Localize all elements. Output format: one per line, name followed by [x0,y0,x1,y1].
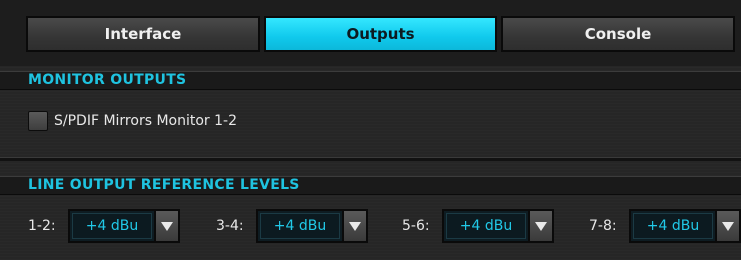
chevron-down-icon [349,221,361,231]
line-output-title: LINE OUTPUT REFERENCE LEVELS [28,177,300,193]
level-dropdown-button-3-4[interactable] [344,209,368,243]
level-label-7-8: 7-8: [589,218,617,234]
level-label-5-6: 5-6: [402,218,430,234]
level-select-7-8[interactable]: +4 dBu [629,209,717,243]
level-value-7-8: +4 dBu [633,213,713,239]
spdif-mirror-label: S/PDIF Mirrors Monitor 1-2 [54,113,237,129]
level-value-1-2: +4 dBu [72,213,152,239]
level-dropdown-button-1-2[interactable] [156,209,180,243]
level-group-5-6: 5-6: +4 dBu [402,207,554,245]
monitor-outputs-header: MONITOR OUTPUTS [0,71,741,90]
chevron-down-icon [161,221,173,231]
tab-console-label: Console [584,25,652,43]
level-select-3-4[interactable]: +4 dBu [256,209,344,243]
line-output-header: LINE OUTPUT REFERENCE LEVELS [0,176,741,195]
level-select-5-6[interactable]: +4 dBu [442,209,530,243]
spdif-mirror-row: S/PDIF Mirrors Monitor 1-2 [28,111,237,131]
monitor-outputs-title: MONITOR OUTPUTS [28,72,187,88]
level-value-3-4: +4 dBu [260,213,340,239]
tab-interface[interactable]: Interface [26,16,260,52]
level-label-3-4: 3-4: [216,218,244,234]
level-select-1-2[interactable]: +4 dBu [68,209,156,243]
tab-bar: Interface Outputs Console [0,0,741,66]
outputs-panel: Interface Outputs Console MONITOR OUTPUT… [0,0,741,260]
level-dropdown-button-5-6[interactable] [530,209,554,243]
tab-outputs[interactable]: Outputs [264,16,497,52]
section-divider [0,157,741,161]
tab-console[interactable]: Console [501,16,735,52]
level-group-3-4: 3-4: +4 dBu [216,207,368,245]
spdif-mirror-checkbox[interactable] [28,111,48,131]
tab-outputs-label: Outputs [346,25,415,43]
level-group-7-8: 7-8: +4 dBu [589,207,741,245]
tab-interface-label: Interface [104,25,182,43]
chevron-down-icon [535,221,547,231]
level-dropdown-button-7-8[interactable] [717,209,741,243]
level-group-1-2: 1-2: +4 dBu [28,207,180,245]
chevron-down-icon [722,221,734,231]
level-label-1-2: 1-2: [28,218,56,234]
level-value-5-6: +4 dBu [446,213,526,239]
